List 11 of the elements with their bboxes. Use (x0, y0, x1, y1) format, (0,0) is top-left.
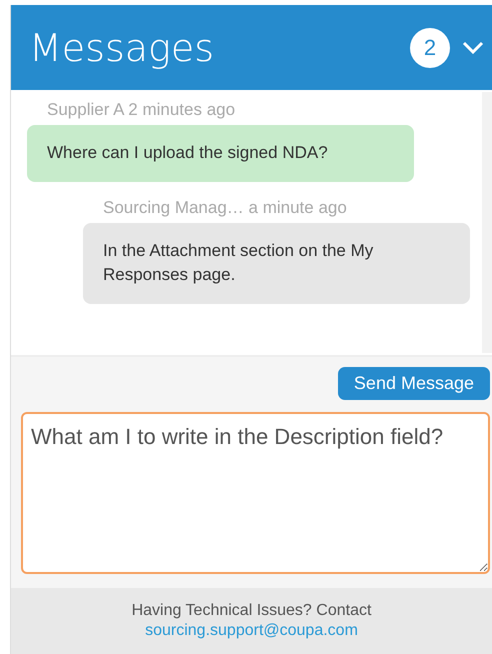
message-meta: Sourcing Manag… a minute ago (102, 198, 348, 218)
message-bubble: Where can I upload the signed NDA? (27, 125, 414, 182)
chevron-down-icon[interactable] (462, 40, 484, 54)
send-message-button[interactable]: Send Message (338, 367, 490, 400)
footer-text: Having Technical Issues? Contact (132, 602, 372, 620)
unread-count-badge: 2 (410, 28, 450, 68)
window-title: Messages (29, 26, 216, 70)
message-meta: Supplier A 2 minutes ago (46, 100, 236, 120)
message-input-field[interactable]: What am I to write in the Description field? (21, 412, 490, 574)
message-bubble: In the Attachment section on the My Responses page. (83, 222, 470, 304)
support-email-link[interactable]: sourcing.support@coupa.com (145, 622, 358, 640)
